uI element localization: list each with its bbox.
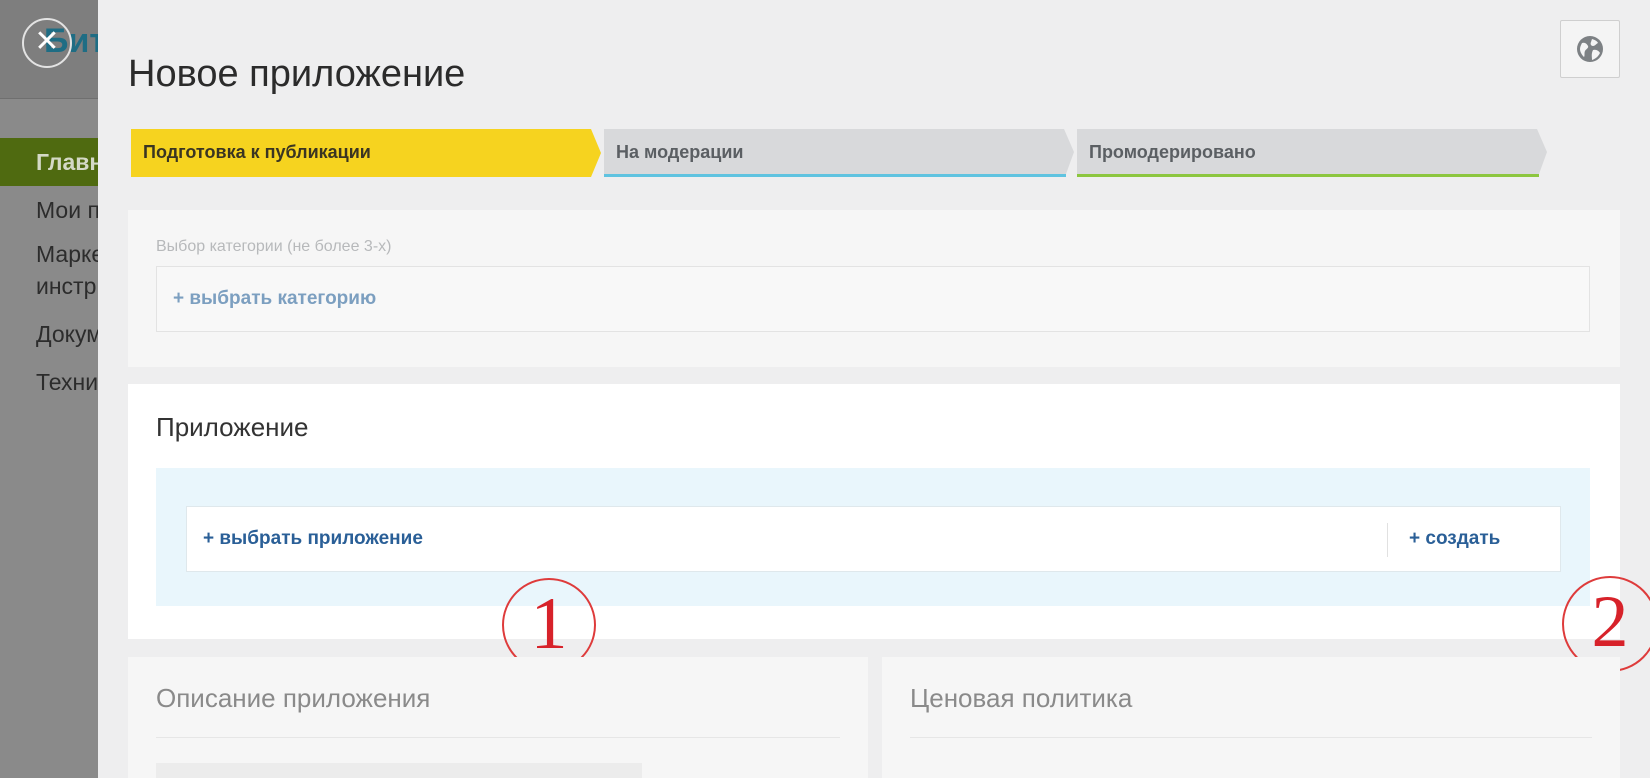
publication-steps: Подготовка к публикации На модерации Про…	[131, 129, 1631, 177]
globe-icon	[1577, 36, 1603, 62]
background-nav: Главн Мои п Марке инстр Докум Техни	[0, 138, 104, 406]
new-app-panel: Новое приложение Подготовка к публикации…	[98, 0, 1650, 778]
divider	[156, 737, 840, 738]
nav-item-docs[interactable]: Докум	[0, 310, 98, 358]
page-title: Новое приложение	[128, 53, 466, 96]
choose-application-link[interactable]: + выбрать приложение	[203, 507, 423, 571]
step-moderated[interactable]: Промодерировано	[1077, 129, 1547, 177]
step-label: На модерации	[616, 142, 744, 162]
create-application-link[interactable]: + создать	[1409, 507, 1500, 571]
application-field[interactable]: + выбрать приложение + создать	[186, 506, 1561, 572]
field-divider	[1387, 523, 1388, 557]
category-field[interactable]: + выбрать категорию	[156, 266, 1590, 332]
application-section: Приложение + выбрать приложение + создат…	[128, 384, 1650, 672]
description-heading: Описание приложения	[156, 683, 431, 713]
language-tab[interactable]	[398, 763, 642, 778]
application-selector-zone: + выбрать приложение + создать 1 2	[156, 468, 1650, 672]
choose-category-link[interactable]: + выбрать категорию	[173, 267, 376, 331]
pricing-heading: Ценовая политика	[910, 683, 1133, 713]
category-section: Выбор категории (не более 3-х) + выбрать…	[128, 210, 1620, 367]
language-button[interactable]	[1560, 20, 1620, 78]
language-tab[interactable]	[156, 763, 400, 778]
nav-item-marketplace[interactable]: Марке инстр	[0, 234, 106, 310]
close-icon: ✕	[34, 25, 60, 58]
description-section: Описание приложения	[128, 657, 868, 778]
step-label: Промодерировано	[1089, 142, 1256, 162]
step-preparation[interactable]: Подготовка к публикации	[131, 129, 601, 177]
nav-item-my[interactable]: Мои п	[0, 186, 98, 234]
close-slider-button[interactable]: ✕	[22, 18, 72, 68]
nav-item-tech[interactable]: Техни	[0, 358, 98, 406]
pricing-section: Ценовая политика	[882, 657, 1620, 778]
nav-item-main[interactable]: Главн	[0, 138, 98, 186]
application-heading: Приложение	[156, 412, 309, 442]
step-moderation[interactable]: На модерации	[604, 129, 1074, 177]
divider	[910, 737, 1592, 738]
step-label: Подготовка к публикации	[143, 142, 371, 162]
category-caption: Выбор категории (не более 3-х)	[156, 238, 392, 255]
